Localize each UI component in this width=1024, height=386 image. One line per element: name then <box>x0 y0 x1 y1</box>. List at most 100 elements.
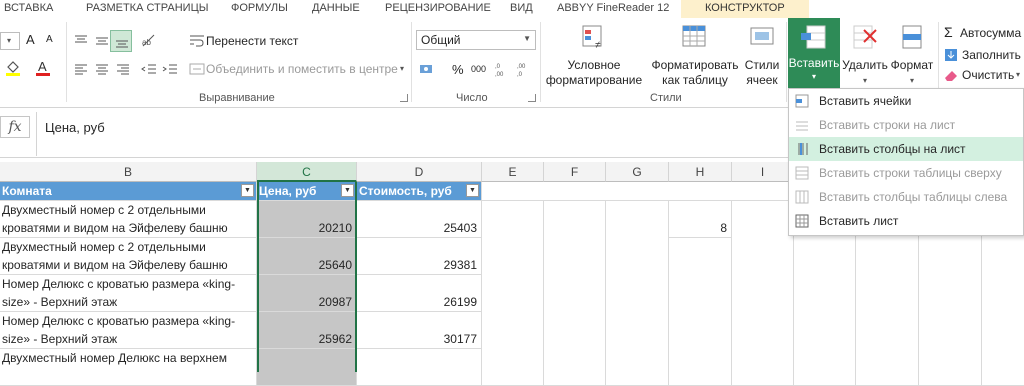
tab-formulas[interactable]: ФОРМУЛЫ <box>231 0 288 18</box>
table-header-cost[interactable]: Стоимость, руб ▼ <box>357 182 482 201</box>
merge-center-button[interactable]: Объединить и поместить в центре <box>206 62 398 76</box>
decrease-indent-icon[interactable] <box>140 60 158 78</box>
room-cell[interactable]: Двухместный номер с 2 отдельными кроватям… <box>0 238 257 275</box>
align-top-icon[interactable] <box>72 32 90 50</box>
column-header-h[interactable]: H <box>669 162 732 182</box>
tab-insert[interactable]: ВСТАВКА <box>4 0 53 18</box>
column-header-d[interactable]: D <box>357 162 482 182</box>
room-cell[interactable]: Двухместный номер с 2 отдельными кроватям… <box>0 201 257 238</box>
column-header-b[interactable]: B <box>0 162 257 182</box>
number-format-combo[interactable]: Общий ▼ <box>416 30 536 50</box>
increase-decimal-icon[interactable]: ,0,00 <box>494 60 512 78</box>
column-header-g[interactable]: G <box>606 162 669 182</box>
delete-button[interactable]: Удалить ▾ <box>842 22 888 88</box>
empty-column-h[interactable] <box>669 238 732 386</box>
column-header-e[interactable]: E <box>482 162 544 182</box>
align-right-icon[interactable] <box>114 60 132 78</box>
clear-dropdown-icon[interactable]: ▾ <box>1016 70 1020 79</box>
format-as-table-button[interactable]: Форматировать как таблицу <box>648 22 742 88</box>
filter-dropdown-icon[interactable]: ▼ <box>466 184 479 197</box>
decrease-decimal-icon[interactable]: ,00,0 <box>516 60 534 78</box>
empty-column-f[interactable] <box>544 201 606 386</box>
wrap-text-icon[interactable] <box>188 32 206 50</box>
fill-button[interactable]: Заполнить <box>962 48 1021 62</box>
cost-cell[interactable]: 25403 <box>357 201 482 238</box>
room-cell[interactable]: Номер Делюкс с кроватью размера «king-si… <box>0 275 257 312</box>
decrease-font-button[interactable]: A <box>46 34 53 45</box>
eraser-icon[interactable] <box>942 66 960 84</box>
thousands-button[interactable]: 000 <box>471 64 486 74</box>
filter-dropdown-icon[interactable]: ▼ <box>241 184 254 197</box>
menu-insert-sheet-columns[interactable]: Вставить столбцы на лист <box>789 137 1023 161</box>
menu-insert-table-columns-left[interactable]: Вставить столбцы таблицы слева <box>789 185 1023 209</box>
format-label: Формат <box>890 58 934 72</box>
conditional-format-button[interactable]: ≠ Условное форматирование <box>545 22 643 88</box>
alignment-launcher-icon[interactable] <box>400 94 408 102</box>
tab-view[interactable]: ВИД <box>510 0 533 18</box>
increase-indent-icon[interactable] <box>161 60 179 78</box>
fill-color-icon[interactable] <box>4 58 22 76</box>
orientation-icon[interactable]: ab <box>140 32 158 50</box>
tab-data[interactable]: ДАННЫЕ <box>312 0 360 18</box>
price-cell[interactable]: 20987 <box>257 275 357 312</box>
empty-column-e[interactable] <box>482 201 544 386</box>
cell-styles-label-1: Стили <box>744 58 780 72</box>
tab-page-layout[interactable]: РАЗМЕТКА СТРАНИЦЫ <box>86 0 208 18</box>
price-cell[interactable]: 20210 <box>257 201 357 238</box>
cost-cell[interactable] <box>357 349 482 386</box>
menu-insert-table-rows-above[interactable]: Вставить строки таблицы сверху <box>789 161 1023 185</box>
price-cell[interactable] <box>257 349 357 386</box>
menu-insert-sheet-rows[interactable]: Вставить строки на лист <box>789 113 1023 137</box>
column-header-f[interactable]: F <box>544 162 606 182</box>
delete-label: Удалить <box>842 58 888 72</box>
function-icon[interactable]: fx <box>0 116 30 138</box>
cost-cell[interactable]: 29381 <box>357 238 482 275</box>
table-header-room[interactable]: Комната ▼ <box>0 182 257 201</box>
percent-button[interactable]: % <box>452 62 464 77</box>
tab-review[interactable]: РЕЦЕНЗИРОВАНИЕ <box>385 0 491 18</box>
menu-insert-sheet[interactable]: Вставить лист <box>789 209 1023 233</box>
align-middle-icon[interactable] <box>93 32 111 50</box>
increase-font-button[interactable]: A <box>26 32 35 47</box>
column-header-i[interactable]: I <box>732 162 794 182</box>
align-left-icon[interactable] <box>72 60 90 78</box>
format-as-table-label-2: как таблицу <box>662 73 728 87</box>
room-text-line2: кроватями и видом на Эйфелеву башню <box>2 258 228 272</box>
align-center-icon[interactable] <box>93 60 111 78</box>
svg-text:A: A <box>38 59 47 74</box>
table-header-price[interactable]: Цена, руб ▼ <box>257 182 357 201</box>
tab-abbyy[interactable]: ABBYY FineReader 12 <box>557 0 669 18</box>
wrap-text-button[interactable]: Перенести текст <box>206 34 298 48</box>
merge-center-icon[interactable] <box>188 60 206 78</box>
price-cell[interactable]: 25962 <box>257 312 357 349</box>
empty-column-g[interactable] <box>606 201 669 386</box>
cell-styles-button[interactable]: Стили ячеек <box>740 22 784 88</box>
insert-table-rows-icon <box>795 166 809 180</box>
format-as-table-label-1: Форматировать <box>651 58 739 72</box>
h-value-cell[interactable]: 8 <box>669 201 732 238</box>
autosum-button[interactable]: Автосумма <box>960 26 1021 40</box>
price-cell[interactable]: 25640 <box>257 238 357 275</box>
font-color-icon[interactable]: A <box>34 58 52 76</box>
sigma-icon[interactable]: Σ <box>944 24 953 40</box>
room-cell[interactable]: Номер Делюкс с кроватью размера «king-si… <box>0 312 257 349</box>
insert-button[interactable]: Вставить ▾ <box>788 18 840 88</box>
column-header-c[interactable]: C <box>257 162 357 182</box>
merge-dropdown-icon[interactable]: ▾ <box>400 64 404 73</box>
font-size-combo[interactable]: ▾ <box>0 32 20 50</box>
align-bottom-button[interactable] <box>110 30 132 52</box>
table-header-cost-label: Стоимость, руб <box>359 184 452 198</box>
number-launcher-icon[interactable] <box>528 94 536 102</box>
clear-button[interactable]: Очистить <box>962 68 1014 82</box>
currency-icon[interactable] <box>418 60 436 78</box>
cost-cell[interactable]: 26199 <box>357 275 482 312</box>
cost-cell[interactable]: 30177 <box>357 312 482 349</box>
menu-insert-cells[interactable]: Вставить ячейки <box>789 89 1023 113</box>
fill-down-icon[interactable] <box>942 46 960 64</box>
room-cell[interactable]: Двухместный номер Делюкс на верхнем <box>0 349 257 386</box>
empty-column-i[interactable] <box>732 201 794 386</box>
formula-value: Цена, руб <box>45 120 105 135</box>
filter-dropdown-icon[interactable]: ▼ <box>341 184 354 197</box>
format-button[interactable]: Формат ▾ <box>888 22 936 88</box>
tab-design[interactable]: КОНСТРУКТОР <box>681 0 809 18</box>
